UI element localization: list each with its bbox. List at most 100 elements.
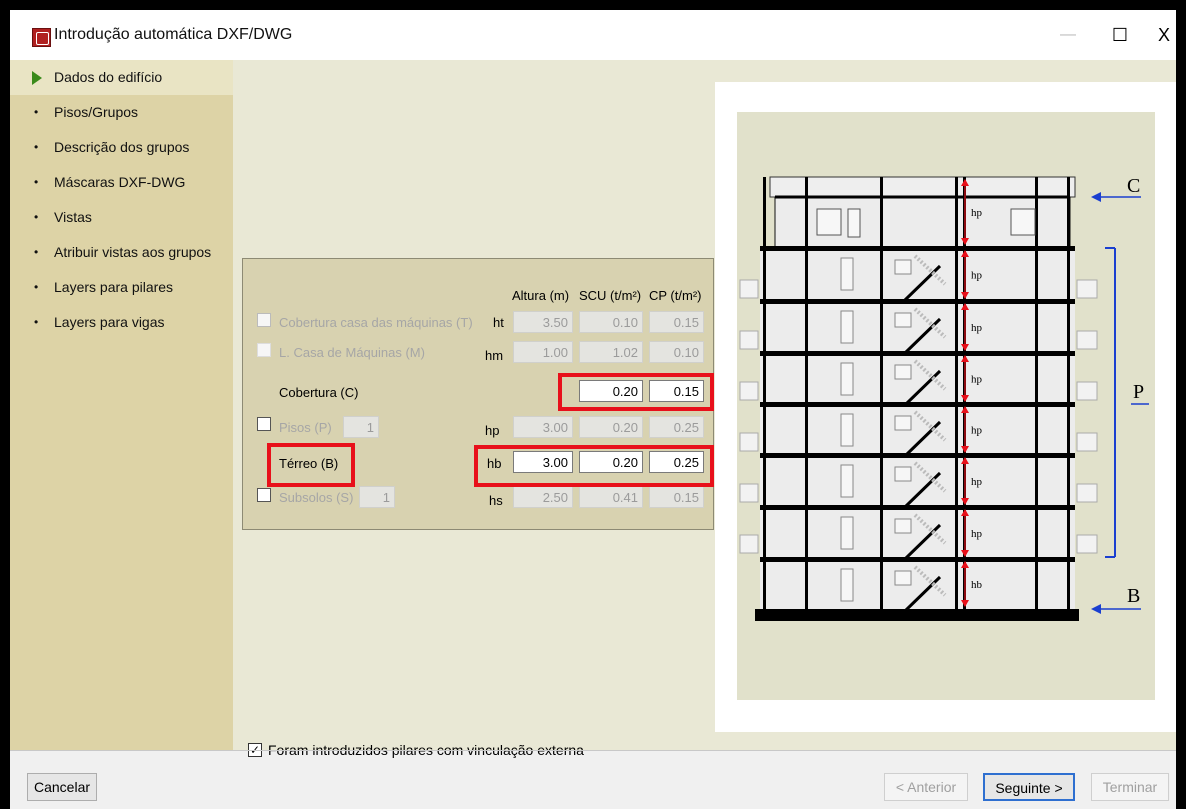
ht-altura-input[interactable]: 3.50 <box>513 311 573 333</box>
step-atribuir-vistas[interactable]: • Atribuir vistas aos grupos <box>10 235 233 270</box>
terreo-marker-label: B <box>1127 585 1140 607</box>
ht-cp-input[interactable]: 0.15 <box>649 311 704 333</box>
hp-scu-input[interactable]: 0.20 <box>579 416 643 438</box>
left-balcony <box>739 381 759 401</box>
bullet-icon: • <box>34 175 39 189</box>
terreo-label-highlight-box <box>267 443 355 487</box>
step-label: Vistas <box>54 209 92 225</box>
step-label: Layers para vigas <box>54 314 165 330</box>
subsolos-label: Subsolos (S) <box>279 490 354 505</box>
step-label: Dados do edifício <box>54 69 163 85</box>
cobertura-maquinas-label: Cobertura casa das máquinas (T) <box>279 315 473 330</box>
ht-scu-input[interactable]: 0.10 <box>579 311 643 333</box>
close-button[interactable]: X <box>1158 20 1176 50</box>
door <box>840 257 854 291</box>
window <box>894 415 912 431</box>
terreo-values-highlight-box <box>474 445 714 487</box>
column <box>1067 177 1070 609</box>
step-dados-do-edificio[interactable]: Dados do edifício <box>10 60 233 95</box>
maximize-button[interactable]: ☐ <box>1100 20 1140 50</box>
step-layers-pilares[interactable]: • Layers para pilares <box>10 270 233 305</box>
previous-button[interactable]: < Anterior <box>884 773 968 801</box>
bullet-icon: • <box>34 280 39 294</box>
right-balcony <box>1076 381 1098 401</box>
column <box>880 177 883 609</box>
current-step-arrow-icon <box>32 71 42 85</box>
hp-altura-input[interactable]: 3.00 <box>513 416 573 438</box>
left-balcony <box>739 483 759 503</box>
header-cp: CP (t/m²) <box>649 288 702 303</box>
cobertura-marker-label: C <box>1127 175 1140 197</box>
hp-cp-input[interactable]: 0.25 <box>649 416 704 438</box>
left-balcony <box>739 432 759 452</box>
height-label: hp <box>971 476 983 488</box>
pisos-checkbox[interactable] <box>257 417 271 431</box>
casa-maquinas-checkbox[interactable] <box>257 343 271 357</box>
subsolos-checkbox[interactable] <box>257 488 271 502</box>
hs-scu-input[interactable]: 0.41 <box>579 486 643 508</box>
hm-altura-input[interactable]: 1.00 <box>513 341 573 363</box>
pisos-marker-label: P <box>1133 381 1144 403</box>
window <box>894 570 912 586</box>
step-label: Descrição dos grupos <box>54 139 190 155</box>
bullet-icon: • <box>34 210 39 224</box>
minimize-button[interactable]: — <box>1048 20 1088 50</box>
left-balcony <box>739 534 759 554</box>
step-label: Máscaras DXF-DWG <box>54 174 186 190</box>
pisos-label: Pisos (P) <box>279 420 332 435</box>
main-content: Altura (m) SCU (t/m²) CP (t/m²) Cobertur… <box>233 60 1176 758</box>
next-button[interactable]: Seguinte > <box>983 773 1075 801</box>
hs-code: hs <box>489 493 503 508</box>
hp-code: hp <box>485 423 500 438</box>
app-icon <box>32 28 51 47</box>
machine-room-window <box>847 208 861 238</box>
height-label: hp <box>971 528 983 540</box>
height-label: hb <box>971 579 983 591</box>
hs-cp-input[interactable]: 0.15 <box>649 486 704 508</box>
hm-scu-input[interactable]: 1.02 <box>579 341 643 363</box>
door <box>840 568 854 602</box>
door <box>840 413 854 447</box>
cobertura-label: Cobertura (C) <box>279 385 359 400</box>
hm-code: hm <box>485 348 504 363</box>
height-label: hp <box>971 207 983 219</box>
pisos-count-input[interactable]: 1 <box>343 416 379 438</box>
window <box>894 364 912 380</box>
column <box>805 177 808 609</box>
step-label: Atribuir vistas aos grupos <box>54 244 212 260</box>
window <box>894 259 912 275</box>
window <box>894 312 912 328</box>
height-label: hp <box>971 322 983 334</box>
building-section-diagram: hp hp hp hp hp hp hp hb C P B <box>737 112 1155 700</box>
step-vistas[interactable]: • Vistas <box>10 200 233 235</box>
subsolos-count-input[interactable]: 1 <box>359 486 395 508</box>
hm-cp-input[interactable]: 0.10 <box>649 341 704 363</box>
door <box>840 464 854 498</box>
step-mascaras-dxf-dwg[interactable]: • Máscaras DXF-DWG <box>10 165 233 200</box>
right-balcony <box>1076 432 1098 452</box>
bullet-icon: • <box>34 315 39 329</box>
footer-divider <box>10 750 1176 751</box>
roof-parapet <box>769 176 1076 198</box>
step-pisos-grupos[interactable]: • Pisos/Grupos <box>10 95 233 130</box>
foundation-slab <box>755 609 1079 621</box>
finish-button[interactable]: Terminar <box>1091 773 1169 801</box>
cobertura-highlight-box <box>558 373 714 411</box>
door <box>840 310 854 344</box>
cancel-button[interactable]: Cancelar <box>27 773 97 801</box>
ht-code: ht <box>493 315 504 330</box>
header-altura: Altura (m) <box>512 288 570 303</box>
cobertura-maquinas-checkbox[interactable] <box>257 313 271 327</box>
machine-room-window <box>816 208 842 236</box>
height-label: hp <box>971 270 983 282</box>
bullet-icon: • <box>34 140 39 154</box>
column <box>955 177 958 609</box>
hs-altura-input[interactable]: 2.50 <box>513 486 573 508</box>
building-data-panel: Altura (m) SCU (t/m²) CP (t/m²) Cobertur… <box>242 258 714 530</box>
right-balcony <box>1076 483 1098 503</box>
window <box>894 518 912 534</box>
height-label: hp <box>971 374 983 386</box>
step-descricao-dos-grupos[interactable]: • Descrição dos grupos <box>10 130 233 165</box>
casa-maquinas-label: L. Casa de Máquinas (M) <box>279 345 425 360</box>
step-layers-vigas[interactable]: • Layers para vigas <box>10 305 233 340</box>
